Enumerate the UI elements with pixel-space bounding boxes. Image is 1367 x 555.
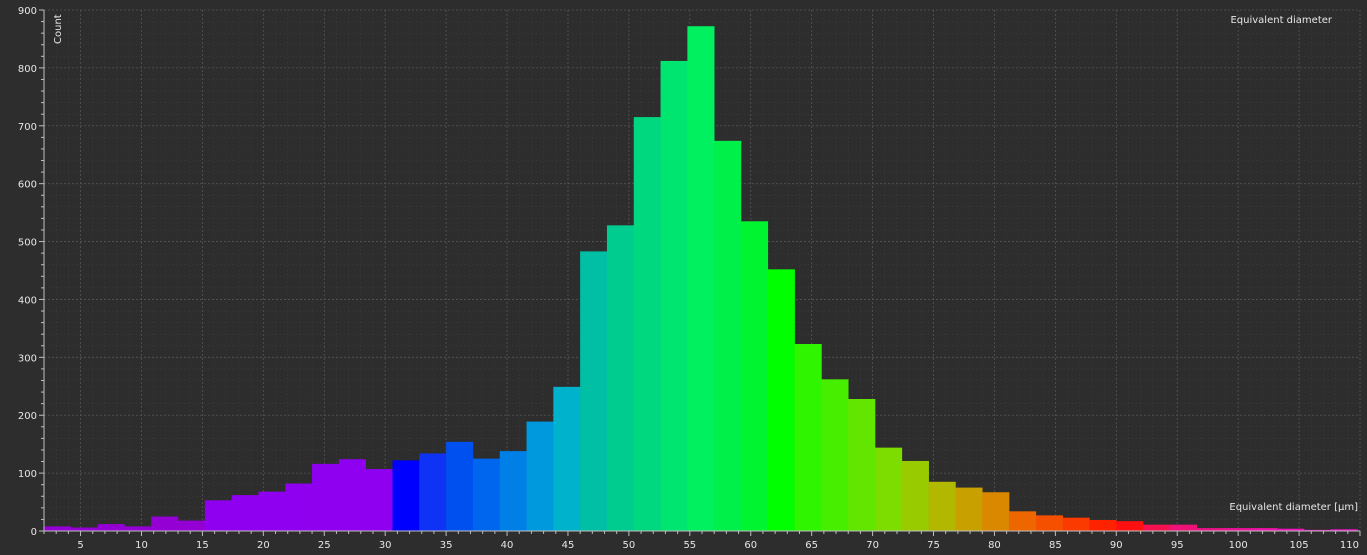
x-tick-label: 35 xyxy=(440,540,453,551)
histogram-bar xyxy=(312,463,340,531)
histogram-bar xyxy=(44,526,72,531)
x-tick-label: 90 xyxy=(1110,540,1123,551)
histogram-bar xyxy=(392,460,420,531)
x-tick-label: 5 xyxy=(77,540,83,551)
chart-title: Equivalent diameter xyxy=(1230,15,1332,26)
y-tick-label: 100 xyxy=(18,469,37,480)
histogram-bar xyxy=(97,524,125,531)
histogram-bar xyxy=(1169,524,1198,531)
histogram-bar xyxy=(928,481,956,531)
x-tick-label: 20 xyxy=(257,540,270,551)
histogram-bar xyxy=(526,421,554,531)
x-tick-label: 40 xyxy=(501,540,514,551)
histogram-bar xyxy=(982,492,1010,531)
x-tick-label: 60 xyxy=(744,540,757,551)
histogram-bar xyxy=(151,516,179,531)
x-tick-label: 65 xyxy=(805,540,818,551)
histogram-bar xyxy=(446,441,474,531)
histogram-bar xyxy=(1089,520,1117,531)
histogram-bar xyxy=(231,495,259,531)
y-tick-label: 500 xyxy=(18,238,37,249)
histogram-bar xyxy=(204,500,232,531)
y-tick-label: 600 xyxy=(18,180,37,191)
histogram-bar xyxy=(178,520,206,531)
histogram-bar xyxy=(1009,511,1037,531)
y-axis-label: Count xyxy=(53,14,64,44)
x-tick-label: 70 xyxy=(866,540,879,551)
histogram-bar xyxy=(124,526,152,531)
histogram-bar xyxy=(580,251,608,531)
x-tick-label: 25 xyxy=(318,540,331,551)
x-tick-label: 75 xyxy=(927,540,940,551)
histogram-bar xyxy=(660,60,688,531)
histogram-bar xyxy=(553,386,581,531)
histogram-bar xyxy=(338,459,366,531)
histogram-bar xyxy=(365,469,393,531)
x-tick-label: 15 xyxy=(196,540,209,551)
y-tick-label: 800 xyxy=(18,64,37,75)
histogram-bar xyxy=(1035,515,1063,531)
histogram-bar xyxy=(794,344,822,531)
x-tick-label: 10 xyxy=(135,540,148,551)
bars xyxy=(44,26,1358,532)
x-tick-label: 110 xyxy=(1340,540,1359,551)
x-tick-label: 100 xyxy=(1229,540,1248,551)
y-tick-label: 300 xyxy=(18,353,37,364)
histogram-bar xyxy=(955,487,983,531)
histogram-bar xyxy=(419,453,447,531)
x-tick-label: 55 xyxy=(683,540,696,551)
histogram-bar xyxy=(285,483,313,531)
x-axis-label: Equivalent diameter [µm] xyxy=(1229,502,1358,513)
histogram-bar xyxy=(714,140,742,531)
x-tick-label: 80 xyxy=(988,540,1001,551)
x-tick-label: 50 xyxy=(623,540,636,551)
x-tick-label: 95 xyxy=(1171,540,1184,551)
y-tick-label: 700 xyxy=(18,122,37,133)
histogram-bar xyxy=(258,491,286,531)
chart-canvas: 5 10 15 20 25 30 35 40 45 50 55 60 65 70 75 80 85 90 95 100… xyxy=(18,6,1361,551)
y-tick-label: 0 xyxy=(31,527,37,538)
histogram-chart: 5 10 15 20 25 30 35 40 45 50 55 60 65 70 75 80 85 90 95 100… xyxy=(0,0,1367,555)
histogram-bar xyxy=(901,460,929,531)
y-tick-label: 900 xyxy=(18,6,37,17)
x-tick-label: 85 xyxy=(1049,540,1062,551)
y-tick-label: 200 xyxy=(18,411,37,422)
histogram-bar xyxy=(875,447,903,531)
histogram-bar xyxy=(1062,517,1090,531)
histogram-bar xyxy=(1116,521,1144,531)
x-tick-label: 105 xyxy=(1290,540,1309,551)
x-tick-label: 45 xyxy=(562,540,575,551)
histogram-bar xyxy=(499,451,527,531)
histogram-bar xyxy=(70,527,98,531)
histogram-bar xyxy=(821,379,849,531)
y-tick-label: 400 xyxy=(18,295,37,306)
histogram-bar xyxy=(606,225,635,531)
histogram-bar xyxy=(633,117,661,531)
histogram-bar xyxy=(740,221,769,532)
histogram-bar xyxy=(472,458,501,531)
histogram-bar xyxy=(767,269,795,531)
histogram-bar xyxy=(1143,524,1171,531)
histogram-bar xyxy=(687,26,715,531)
histogram-bar xyxy=(848,399,876,531)
x-tick-label: 30 xyxy=(379,540,392,551)
